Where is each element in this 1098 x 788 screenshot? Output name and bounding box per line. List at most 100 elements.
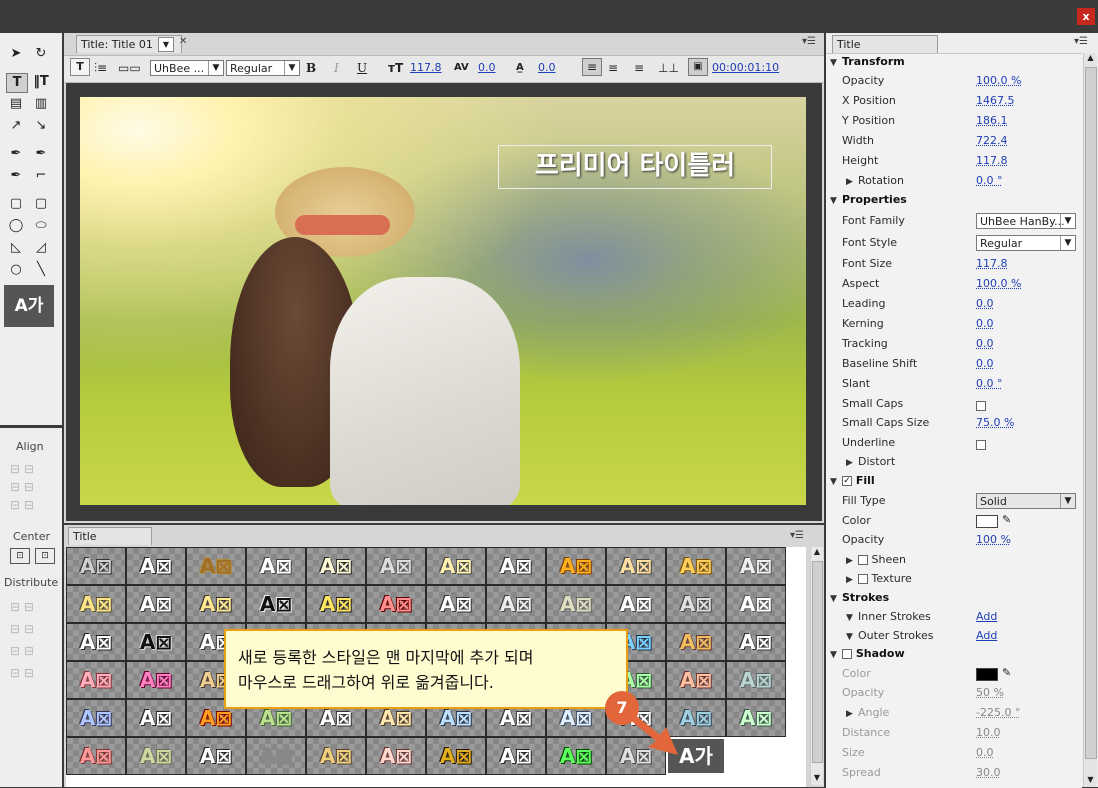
font-style-select[interactable]: Regular ▼ [226, 60, 300, 76]
style-swatch[interactable]: A⊠ [306, 547, 366, 585]
style-swatch[interactable]: A⊠ [726, 623, 786, 661]
style-swatch[interactable]: A⊠ [246, 737, 306, 775]
title-dropdown-icon[interactable]: ▼ [158, 37, 174, 52]
delete-anchor-tool-icon[interactable]: ✒ [31, 145, 51, 163]
style-swatch[interactable]: A⊠ [66, 737, 126, 775]
fill-section[interactable]: ▼ ✓ Fill [830, 474, 875, 487]
ellipse-tool-icon[interactable]: ○ [6, 261, 26, 279]
properties-scrollbar[interactable]: ▲ ▼ [1083, 53, 1097, 787]
opacity-value[interactable]: 100.0 % [976, 74, 1021, 87]
style-swatch[interactable]: A⊠ [666, 623, 726, 661]
style-swatch[interactable]: A⊠ [306, 585, 366, 623]
area-type-tool-icon[interactable]: ▤ [6, 95, 26, 113]
center-horizontal-button[interactable]: ⊡ [10, 548, 30, 564]
timecode-value[interactable]: 00:00:01:10 [712, 57, 779, 79]
style-swatch[interactable]: A⊠ [546, 585, 606, 623]
style-swatch[interactable]: A⊠ [66, 661, 126, 699]
fill-type-dropdown[interactable]: Solid ▼ [976, 493, 1076, 509]
scroll-down-icon[interactable]: ▼ [1084, 775, 1097, 787]
font-style-dropdown[interactable]: Regular ▼ [976, 235, 1076, 251]
transform-section[interactable]: ▼ Transform [830, 55, 905, 68]
spread-value[interactable]: 30.0 [976, 766, 1001, 779]
style-swatch[interactable]: A⊠ [426, 737, 486, 775]
style-swatch[interactable]: A⊠ [606, 547, 666, 585]
style-swatch[interactable]: A⊠ [726, 661, 786, 699]
vertical-path-type-tool-icon[interactable]: ↘ [31, 117, 51, 135]
properties-section[interactable]: ▼ Properties [830, 193, 907, 206]
underline-button[interactable]: U [357, 57, 367, 79]
font-size-value[interactable]: 117.8 [410, 57, 442, 79]
eyedropper-icon[interactable]: ✎ [1002, 666, 1011, 679]
ypos-value[interactable]: 186.1 [976, 114, 1008, 127]
roll-crawl-icon[interactable]: T [70, 58, 90, 76]
style-swatch[interactable]: A⊠ [666, 547, 726, 585]
tracking-value[interactable]: 0.0 [976, 337, 994, 350]
inner-strokes-add-link[interactable]: Add [976, 610, 997, 623]
kerning-value[interactable]: 0.0 [478, 57, 496, 79]
selection-tool-icon[interactable]: ➤ [6, 45, 26, 63]
title-panel-menu-icon[interactable]: ▾☰ [802, 36, 816, 47]
style-swatch[interactable]: A⊠ [66, 699, 126, 737]
style-swatch[interactable]: A⊠ [486, 547, 546, 585]
height-value[interactable]: 117.8 [976, 154, 1008, 167]
add-anchor-tool-icon[interactable]: ✒ [6, 167, 26, 185]
font-size-value[interactable]: 117.8 [976, 257, 1008, 270]
align-right-icon[interactable]: ≡ [634, 57, 644, 79]
vertical-area-type-tool-icon[interactable]: ▥ [31, 95, 51, 113]
small-caps-size-value[interactable]: 75.0 % [976, 416, 1014, 429]
font-family-dropdown[interactable]: UhBee HanBy... ▼ [976, 213, 1076, 229]
templates-icon[interactable]: ▭▭ [118, 57, 141, 79]
style-swatch[interactable]: A⊠ [666, 585, 726, 623]
title-tab-close-icon[interactable]: ✕ [179, 36, 187, 47]
scroll-thumb[interactable] [1085, 67, 1097, 759]
style-swatch[interactable]: A⊠ [126, 547, 186, 585]
distort-row[interactable]: ▶ Distort [826, 452, 1076, 472]
scroll-thumb[interactable] [812, 561, 823, 763]
baseline-value[interactable]: 0.0 [976, 357, 994, 370]
leading-value[interactable]: 0.0 [976, 297, 994, 310]
style-swatch[interactable]: A⊠ [186, 585, 246, 623]
texture-row[interactable]: ▶ Texture [826, 569, 1076, 589]
eyedropper-icon[interactable]: ✎ [1002, 513, 1011, 526]
style-swatch[interactable]: A⊠ [366, 737, 426, 775]
leading-value[interactable]: 0.0 [538, 57, 556, 79]
type-tool-icon[interactable]: T [6, 73, 28, 93]
style-swatch[interactable]: A⊠ [426, 547, 486, 585]
shadow-section[interactable]: ▼ Shadow [830, 647, 905, 660]
pen-tool-icon[interactable]: ✒ [6, 145, 26, 163]
wedge-tool-icon[interactable]: ◺ [6, 239, 26, 257]
style-swatch[interactable]: A⊠ [246, 585, 306, 623]
fill-checkbox[interactable]: ✓ [842, 476, 852, 486]
properties-panel-menu-icon[interactable]: ▾☰ [1074, 36, 1088, 47]
style-swatch[interactable]: A⊠ [546, 547, 606, 585]
style-swatch[interactable]: A⊠ [126, 737, 186, 775]
style-swatch[interactable]: A⊠ [666, 661, 726, 699]
convert-anchor-tool-icon[interactable]: ⌐ [31, 167, 51, 185]
shadow-opacity-value[interactable]: 50 % [976, 686, 1004, 699]
width-value[interactable]: 722.4 [976, 134, 1008, 147]
rotation-value[interactable]: 0.0 ° [976, 174, 1003, 187]
slant-value[interactable]: 0.0 ° [976, 377, 1003, 390]
aspect-value[interactable]: 100.0 % [976, 277, 1021, 290]
texture-checkbox[interactable] [858, 574, 868, 584]
vertical-type-tool-icon[interactable]: ‖T [31, 73, 51, 91]
style-swatch[interactable]: A⊠ [366, 585, 426, 623]
tab-stops-ruler-icon[interactable]: ⊥⊥ [658, 57, 679, 79]
bold-button[interactable]: B [306, 57, 316, 79]
style-swatch[interactable]: A⊠ [726, 585, 786, 623]
small-caps-checkbox[interactable] [976, 401, 986, 411]
center-vertical-button[interactable]: ⊡ [35, 548, 55, 564]
style-swatch[interactable]: A⊠ [66, 623, 126, 661]
align-center-icon[interactable]: ≡ [608, 57, 618, 79]
styles-panel-menu-icon[interactable]: ▾☰ [790, 530, 804, 541]
window-close-button[interactable]: x [1077, 8, 1095, 25]
outer-strokes-add-link[interactable]: Add [976, 629, 997, 642]
fill-color-swatch[interactable] [976, 515, 998, 528]
video-frame[interactable]: 프리미어 타이틀러 [80, 97, 806, 505]
style-swatch[interactable]: A⊠ [426, 585, 486, 623]
style-swatch[interactable]: A⊠ [726, 699, 786, 737]
distance-value[interactable]: 10.0 [976, 726, 1001, 739]
line-tool-icon[interactable]: ╲ [31, 261, 51, 279]
shadow-color-swatch[interactable] [976, 668, 998, 681]
path-type-tool-icon[interactable]: ↗ [6, 117, 26, 135]
